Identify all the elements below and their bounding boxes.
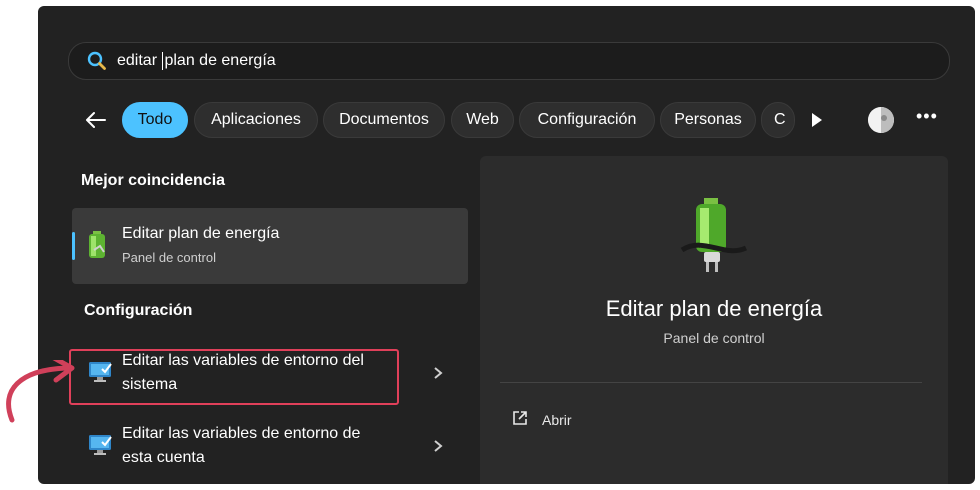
list-item-line1: Editar las variables de entorno de [122, 425, 361, 442]
tab-documentos[interactable]: Documentos [323, 102, 445, 138]
open-action[interactable]: Abrir [512, 408, 572, 432]
chevron-right-icon [432, 437, 444, 458]
settings-heading: Configuración [84, 302, 193, 319]
search-bar[interactable]: editar plan de energía [68, 42, 950, 80]
tab-configuracion[interactable]: Configuración [519, 102, 655, 138]
best-match-title: Editar plan de energía [122, 225, 280, 242]
filter-tabs: Todo Aplicaciones Documentos Web Configu… [38, 102, 975, 138]
battery-icon [86, 230, 110, 265]
tab-aplicaciones[interactable]: Aplicaciones [194, 102, 318, 138]
avatar[interactable] [868, 107, 894, 133]
preview-pane: Editar plan de energía Panel de control … [480, 156, 948, 484]
open-external-icon [512, 410, 528, 431]
power-plan-icon [674, 196, 754, 281]
preview-title: Editar plan de energía [605, 296, 823, 321]
preview-divider [500, 382, 922, 383]
monitor-settings-icon [88, 433, 114, 462]
search-autocomplete: plan de energía [164, 52, 276, 70]
tab-web[interactable]: Web [451, 102, 514, 138]
search-panel: editar plan de energía Todo Aplicaciones… [38, 6, 975, 484]
search-input[interactable]: editar plan de energía [117, 51, 276, 70]
open-action-label: Abrir [542, 412, 572, 428]
list-item-user-env-vars[interactable]: Editar las variables de entorno de esta … [68, 419, 468, 475]
search-query: editar [117, 52, 162, 70]
search-icon [85, 49, 109, 73]
chevron-right-icon [432, 364, 444, 385]
tab-personas[interactable]: Personas [660, 102, 756, 138]
back-arrow-icon[interactable] [82, 106, 110, 134]
annotation-highlight-box [69, 349, 399, 405]
annotation-arrow-icon [0, 355, 80, 430]
best-match-item[interactable]: Editar plan de energía Panel de control [72, 208, 468, 284]
selection-indicator [72, 232, 75, 260]
best-match-heading: Mejor coincidencia [81, 172, 226, 189]
tab-overflow[interactable]: C [761, 102, 795, 138]
scroll-tabs-right-icon[interactable] [806, 110, 826, 130]
list-item-line2: esta cuenta [122, 449, 205, 466]
more-options-icon[interactable]: ••• [916, 106, 938, 127]
tab-todo[interactable]: Todo [122, 102, 188, 138]
best-match-subtitle: Panel de control [122, 250, 216, 265]
preview-subtitle: Panel de control [663, 330, 765, 346]
